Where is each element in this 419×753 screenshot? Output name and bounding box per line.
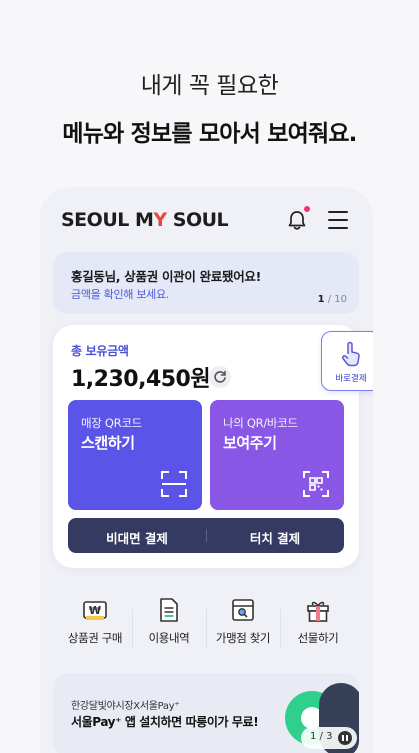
top-bar: SEOUL MY SOUL: [40, 187, 373, 251]
headline-line2: 메뉴와 정보를 모아서 보여줘요.: [62, 121, 357, 147]
show-tile-line1: 나의 QR/바코드: [223, 416, 298, 430]
quick-pay-label: 바로결제: [335, 374, 367, 384]
menu-label: 상품권 구매: [67, 631, 123, 645]
show-qr-tile[interactable]: 나의 QR/바코드 보여주기: [210, 400, 344, 510]
banner-pager: 1 / 3: [301, 727, 357, 749]
hamburger-menu-icon[interactable]: [328, 211, 348, 229]
logo-text-2: SOUL: [166, 209, 229, 231]
scan-tile-line1: 매장 QR코드: [81, 416, 142, 430]
headline: 내게 꼭 필요한 메뉴와 정보를 모아서 보여줘요.: [0, 66, 419, 148]
quick-pay-button[interactable]: 바로결제: [321, 331, 373, 391]
notice-banner[interactable]: 홍길동님, 상품권 이관이 완료됐어요! 금액을 확인해 보세요. 1 / 10: [53, 252, 359, 314]
app-logo[interactable]: SEOUL MY SOUL: [61, 209, 229, 231]
menu-label: 가맹점 찾기: [215, 631, 271, 645]
qr-code-icon: [303, 471, 329, 497]
contactless-pay-button[interactable]: 비대면 결제: [68, 528, 206, 547]
phone-screen: SEOUL MY SOUL 홍길동님, 상품권 이관이 완료됐어요! 금액을 확…: [40, 187, 373, 753]
quick-menu-row: ₩ 상품권 구매 이용내역 가맹점 찾기 선물하기: [40, 597, 373, 655]
notice-pagination: 1 / 10: [317, 294, 347, 305]
svg-text:₩: ₩: [89, 604, 101, 617]
promo-banner[interactable]: 한강달빛야시장X서울Pay⁺ 서울Pay⁺ 앱 설치하면 따릉이가 무료! 1 …: [53, 673, 359, 753]
headline-line1: 내게 꼭 필요한: [140, 73, 279, 99]
payment-bar: 비대면 결제 터치 결제: [68, 518, 344, 553]
pause-icon[interactable]: [338, 731, 352, 745]
balance-amount: 1,230,450원: [71, 367, 211, 392]
hand-tap-icon: [342, 341, 360, 367]
touch-pay-button[interactable]: 터치 결제: [206, 528, 344, 547]
balance-label: 총 보유금액: [71, 344, 129, 358]
scan-tile-line2: 스캔하기: [81, 434, 135, 452]
banner-line2: 서울Pay⁺ 앱 설치하면 따릉이가 무료!: [71, 715, 259, 729]
show-tile-line2: 보여주기: [223, 434, 277, 452]
logo-text-dot: Y: [153, 209, 167, 231]
notice-subtitle: 금액을 확인해 보세요.: [71, 288, 169, 301]
logo-text-1: SEOUL M: [61, 209, 154, 231]
scan-frame-icon: [161, 471, 187, 497]
balance-card: 총 보유금액 1,230,450원 매장 QR코드 스캔하기 나의 QR/바코드…: [53, 325, 359, 568]
store-icon: [232, 599, 254, 621]
banner-page-text: 1 / 3: [310, 731, 333, 742]
voucher-icon: ₩: [83, 601, 107, 620]
scan-qr-tile[interactable]: 매장 QR코드 스캔하기: [68, 400, 202, 510]
notification-dot: [304, 206, 310, 212]
menu-label: 선물하기: [297, 631, 339, 645]
document-icon: [160, 598, 178, 622]
gift-icon: [307, 601, 329, 622]
notice-title: 홍길동님, 상품권 이관이 완료됐어요!: [71, 269, 262, 284]
banner-line1: 한강달빛야시장X서울Pay⁺: [71, 701, 180, 712]
menu-label: 이용내역: [148, 631, 190, 645]
bell-icon[interactable]: [286, 209, 308, 231]
refresh-icon[interactable]: [209, 366, 231, 388]
